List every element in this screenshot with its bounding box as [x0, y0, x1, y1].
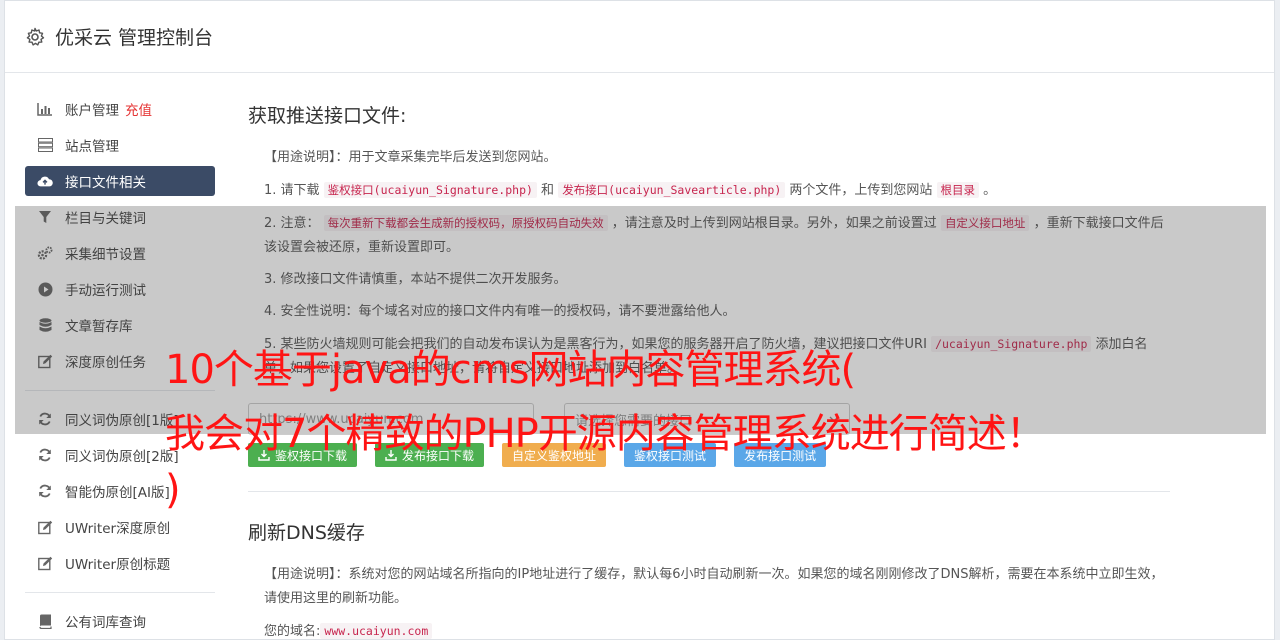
dns-usage-note: 【用途说明】：系统对您的网站域名所指向的IP地址进行了缓存，默认每6小时自动刷新… [248, 563, 1170, 611]
sidebar-item-label: 栏目与关键词 [65, 211, 146, 227]
domain-row: 您的域名: www.ucaiyun.com [248, 619, 1170, 639]
book-icon [37, 613, 53, 629]
database-icon [37, 317, 53, 333]
text: 2. 注意： [264, 216, 324, 231]
sidebar-item-label: UWriter原创标题 [65, 557, 171, 573]
usage-note: 【用途说明】：用于文章采集完毕后发送到您网站。 [248, 146, 1170, 170]
usage-prefix: 【用途说明】： [264, 567, 349, 582]
sidebar-item-label: 手动运行测试 [65, 283, 146, 299]
page-title: 优采云 管理控制台 [55, 27, 214, 49]
sidebar-item-label: 采集细节设置 [65, 247, 146, 263]
instruction-2: 2. 注意： 每次重新下载都会生成新的授权码，原授权码自动失效 ，请注意及时上传… [248, 211, 1170, 260]
text: 和 [536, 183, 559, 198]
filter-icon [37, 209, 53, 225]
sidebar-item-account[interactable]: 账户管理 充值 [25, 94, 215, 124]
sidebar-item-manual-run[interactable]: 手动运行测试 [25, 274, 215, 304]
header: 优采云 管理控制台 [5, 1, 1274, 73]
sidebar-item-collect-settings[interactable]: 采集细节设置 [25, 238, 215, 268]
refresh-icon [37, 411, 53, 427]
uri-code: /ucaiyun_Signature.php [931, 336, 1092, 352]
usage-text: 用于文章采集完毕后发送到您网站。 [348, 150, 557, 165]
sidebar-item-label: 文章暂存库 [65, 319, 133, 335]
console-panel: 优采云 管理控制台 账户管理 充值 站点管理 接口文件相关 栏目与关键词 采集细… [4, 0, 1275, 640]
gear-icon [26, 27, 45, 46]
text: ，请注意及时上传到网站根目录。另外，如果之前设置过 [607, 216, 941, 231]
sidebar-item-label: 接口文件相关 [65, 175, 146, 191]
sidebar-item-columns-keywords[interactable]: 栏目与关键词 [25, 202, 215, 232]
warning-code: 每次重新下载都会生成新的授权码，原授权码自动失效 [323, 215, 608, 231]
text: 两个文件，上传到您网站 [785, 183, 937, 198]
edit-icon [37, 519, 53, 535]
instruction-3: 3. 修改接口文件请慎重，本站不提供二次开发服务。 [264, 272, 567, 287]
bar-chart-icon [37, 101, 53, 117]
savearticle-link[interactable]: 发布接口(ucaiyun_Savearticle.php) [558, 182, 786, 198]
usage-text: 系统对您的网站域名所指向的IP地址进行了缓存，默认每6小时自动刷新一次。如果您的… [264, 567, 1164, 606]
cogs-icon [37, 245, 53, 261]
sidebar-item-label: 同义词伪原创[1版] [65, 413, 179, 429]
edit-icon [37, 555, 53, 571]
signature-link[interactable]: 鉴权接口(ucaiyun_Signature.php) [323, 182, 537, 198]
section-divider [248, 491, 1170, 492]
cloud-upload-icon [37, 173, 53, 189]
sidebar-item-label: UWriter深度原创 [65, 521, 171, 537]
play-circle-icon [37, 281, 53, 297]
caption-line-3: ) [165, 467, 181, 513]
text: 。 [979, 183, 997, 198]
edit-icon [37, 353, 53, 369]
sidebar-item-uwriter-deep[interactable]: UWriter深度原创 [25, 512, 215, 542]
section-title-push-files: 获取推送接口文件: [248, 105, 407, 127]
recharge-link[interactable]: 充值 [125, 99, 152, 119]
sidebar-item-label: 站点管理 [65, 139, 119, 155]
sidebar-item-label: 智能伪原创[AI版] [65, 485, 170, 501]
sidebar-item-article-storage[interactable]: 文章暂存库 [25, 310, 215, 340]
sidebar-item-label: 深度原创任务 [65, 355, 146, 371]
sidebar-divider [25, 592, 215, 593]
sidebar-item-label: 公有词库查询 [65, 615, 146, 631]
root-dir-code: 根目录 [936, 182, 980, 198]
sidebar-item-public-lexicon[interactable]: 公有词库查询 [25, 606, 215, 636]
domain-label: 您的域名: [264, 624, 321, 639]
sidebar-item-sites[interactable]: 站点管理 [25, 130, 215, 160]
server-icon [37, 137, 53, 153]
caption-line-1: 10个基于java的cms网站内容管理系统( [165, 347, 856, 393]
usage-prefix: 【用途说明】： [264, 150, 349, 165]
sidebar-item-uwriter-title[interactable]: UWriter原创标题 [25, 548, 215, 578]
section-title-dns: 刷新DNS缓存 [248, 522, 365, 544]
instruction-1: 1. 请下载 鉴权接口(ucaiyun_Signature.php) 和 发布接… [248, 178, 1170, 203]
refresh-icon [37, 447, 53, 463]
sidebar-item-ai-rewrite[interactable]: 智能伪原创[AI版] [25, 476, 215, 506]
custom-url-code: 自定义接口地址 [940, 215, 1030, 231]
sidebar-item-interface-files[interactable]: 接口文件相关 [25, 166, 215, 196]
caption-line-2: 我会对7个精致的PHP开源内容管理系统进行简述！ [165, 411, 1046, 457]
sidebar-item-label: 同义词伪原创[2版] [65, 449, 179, 465]
instruction-4: 4. 安全性说明：每个域名对应的接口文件内有唯一的授权码，请不要泄露给他人。 [264, 304, 736, 319]
refresh-icon [37, 483, 53, 499]
text: 1. 请下载 [264, 183, 324, 198]
domain-value: www.ucaiyun.com [320, 623, 433, 639]
sidebar-item-label: 账户管理 [65, 103, 119, 119]
